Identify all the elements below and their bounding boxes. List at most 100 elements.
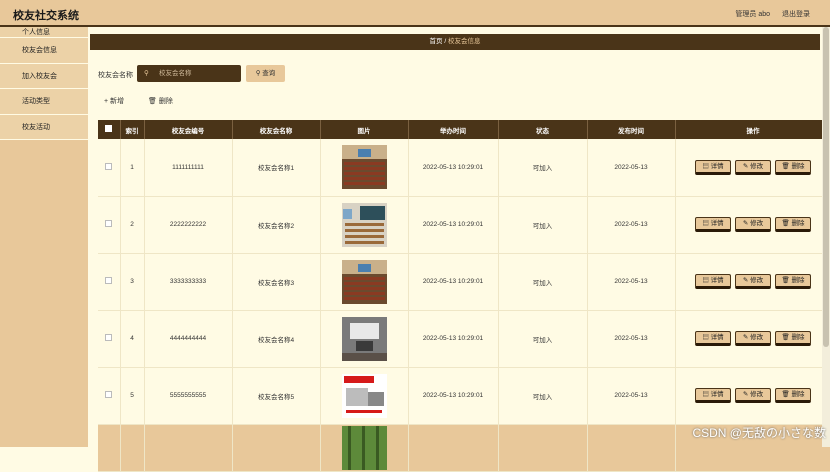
code-cell: 3333333333 xyxy=(144,253,233,311)
row-select-cell xyxy=(98,424,121,472)
table-row: 3 3333333333 校友会名称3 2022-05-13 10:29:01 可加入 2… xyxy=(98,253,830,311)
row-checkbox[interactable] xyxy=(105,277,113,284)
logout-link[interactable]: 退出登录 xyxy=(782,11,810,18)
trash-icon: 🗑 xyxy=(781,220,790,227)
sidebar-item[interactable]: 活动类型 xyxy=(0,89,88,115)
auditorium-thumbnail[interactable] xyxy=(341,145,387,190)
image-cell xyxy=(320,367,409,425)
delete-button[interactable]: 🗑 删除 xyxy=(775,331,811,346)
column-header: 图片 xyxy=(320,120,409,139)
delete-label: 删除 xyxy=(791,391,805,398)
published-cell xyxy=(587,424,676,472)
edit-button[interactable]: ✎ 修改 xyxy=(735,217,771,232)
published-cell: 2022-05-13 xyxy=(587,196,676,254)
row-checkbox[interactable] xyxy=(105,220,113,227)
pencil-icon: ✎ xyxy=(742,334,749,341)
select-all-checkbox[interactable] xyxy=(105,125,113,132)
row-select-cell xyxy=(98,367,121,425)
index-cell xyxy=(120,424,145,472)
delete-button[interactable]: 🗑 删除 xyxy=(775,388,811,403)
doc-icon: ▤ xyxy=(702,334,709,341)
row-checkbox[interactable] xyxy=(105,334,113,341)
row-checkbox[interactable] xyxy=(105,162,113,170)
sidebar-item-label: 加入校友会 xyxy=(22,72,57,80)
forest-thumbnail[interactable] xyxy=(341,425,387,470)
sidebar-item[interactable]: 加入校友会 xyxy=(0,63,88,89)
detail-button[interactable]: ▤ 详情 xyxy=(695,274,731,289)
search-icon: ⚲ xyxy=(255,70,261,77)
index-cell: 4 xyxy=(120,310,145,368)
table-row: 1 1111111111 校友会名称1 2022-05-13 10:29:01 可加入 2… xyxy=(98,139,830,197)
index-cell: 3 xyxy=(120,253,145,311)
edit-button[interactable]: ✎ 修改 xyxy=(735,388,771,403)
batch-delete-button[interactable]: 🗑 删除 xyxy=(148,96,173,106)
sidebar-item-label: 个人信息 xyxy=(22,29,50,36)
doc-icon: ▤ xyxy=(702,391,709,398)
batch-delete-label: 删除 xyxy=(158,98,173,105)
column-header: 状态 xyxy=(498,120,588,139)
csdn-watermark: CSDN @无敌の小さな数 xyxy=(692,426,826,440)
edit-button[interactable]: ✎ 修改 xyxy=(735,331,771,346)
detail-button[interactable]: ▤ 详情 xyxy=(695,331,731,346)
delete-button[interactable]: 🗑 删除 xyxy=(775,159,811,175)
status-cell: 可加入 xyxy=(498,196,588,254)
search-input[interactable]: ⚲ 校友会名称 xyxy=(137,65,241,82)
image-cell xyxy=(320,196,409,254)
row-select-cell xyxy=(98,310,121,368)
plus-icon: + xyxy=(104,98,109,105)
table-header-row: 索引 校友会编号 校友会名称 图片 举办时间 状态 发布时间 操作 xyxy=(98,120,830,139)
detail-button[interactable]: ▤ 详情 xyxy=(695,159,731,175)
published-cell: 2022-05-13 xyxy=(587,139,676,197)
detail-label: 详情 xyxy=(710,277,724,284)
name-cell: 校友会名称1 xyxy=(232,139,321,197)
edit-button[interactable]: ✎ 修改 xyxy=(735,274,771,289)
trash-icon: 🗑 xyxy=(148,98,157,105)
meeting-room-thumbnail[interactable] xyxy=(341,316,387,361)
trash-icon: 🗑 xyxy=(781,162,790,170)
time-cell xyxy=(408,424,499,472)
detail-button[interactable]: ▤ 详情 xyxy=(695,217,731,232)
table-row: 5 5555555555 校友会名称5 2022-05-13 10:29:01 可加入 2… xyxy=(98,367,830,425)
breadcrumb: 首页 / 校友会信息 xyxy=(90,34,820,50)
edit-label: 修改 xyxy=(750,220,764,227)
breadcrumb-home[interactable]: 首页 xyxy=(430,38,443,45)
published-cell: 2022-05-13 xyxy=(587,253,676,311)
column-header: 索引 xyxy=(120,120,145,139)
poster-thumbnail[interactable] xyxy=(341,373,387,418)
sidebar-item[interactable]: 个人信息 xyxy=(0,27,88,38)
edit-label: 修改 xyxy=(750,334,764,341)
search-placeholder: 校友会名称 xyxy=(159,70,192,77)
trash-icon: 🗑 xyxy=(781,334,790,341)
time-cell: 2022-05-13 10:29:01 xyxy=(408,139,499,197)
sidebar-item-label: 校友会信息 xyxy=(22,47,57,55)
name-cell: 校友会名称4 xyxy=(232,310,321,368)
add-button[interactable]: + 新增 xyxy=(104,96,124,106)
code-cell: 4444444444 xyxy=(144,310,233,368)
status-cell: 可加入 xyxy=(498,310,588,368)
status-cell xyxy=(498,424,588,472)
time-cell: 2022-05-13 10:29:01 xyxy=(408,310,499,368)
breadcrumb-separator: / xyxy=(444,38,447,45)
sidebar-item[interactable]: 校友活动 xyxy=(0,114,88,140)
scrollbar-thumb[interactable] xyxy=(823,27,829,347)
delete-button[interactable]: 🗑 删除 xyxy=(775,274,811,289)
sidebar-item[interactable]: 校友会信息 xyxy=(0,38,88,64)
column-header: 校友会名称 xyxy=(232,120,321,139)
delete-button[interactable]: 🗑 删除 xyxy=(775,217,811,232)
time-cell: 2022-05-13 10:29:01 xyxy=(408,196,499,254)
detail-button[interactable]: ▤ 详情 xyxy=(695,388,731,403)
pencil-icon: ✎ xyxy=(742,162,749,170)
detail-label: 详情 xyxy=(710,220,724,227)
query-button[interactable]: ⚲ 查询 xyxy=(246,65,285,82)
row-checkbox[interactable] xyxy=(105,391,113,398)
edit-button[interactable]: ✎ 修改 xyxy=(735,159,771,175)
auditorium-thumbnail[interactable] xyxy=(341,259,387,304)
current-user: 管理员 abo xyxy=(735,11,771,18)
image-cell xyxy=(320,139,409,197)
doc-icon: ▤ xyxy=(702,277,709,284)
table-row: 2 2222222222 校友会名称2 2022-05-13 10:29:01 可加入 2… xyxy=(98,196,830,254)
trash-icon: 🗑 xyxy=(781,277,790,284)
classroom-thumbnail[interactable] xyxy=(341,202,387,247)
alumni-association-table: 索引 校友会编号 校友会名称 图片 举办时间 状态 发布时间 操作 1 11111… xyxy=(98,120,830,472)
column-header: 操作 xyxy=(675,120,830,139)
